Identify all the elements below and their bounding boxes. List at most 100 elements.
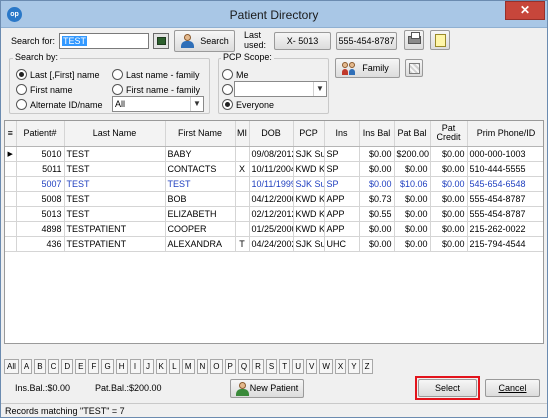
alphabet-button[interactable]: O (210, 359, 223, 374)
grid-column-header[interactable]: Pat Credit (430, 121, 468, 147)
new-patient-button[interactable]: New Patient (230, 379, 304, 398)
alphabet-button[interactable]: U (292, 359, 305, 374)
radio-pcp-specific[interactable] (222, 84, 233, 95)
grid-column-header[interactable]: MI (235, 121, 250, 147)
alphabet-button[interactable]: T (279, 359, 291, 374)
alphabet-button[interactable]: B (34, 359, 46, 374)
search-button-label: Search (200, 36, 229, 46)
patient-grid[interactable]: ≡ Patient# Last Name First Name MI DOB PCP Ins I… (4, 120, 544, 344)
table-cell: 04/12/2000 (249, 191, 294, 207)
table-cell: 5010 (16, 146, 65, 162)
table-row[interactable]: 5007TESTTEST10/11/1999SJK SusaSP$0.00$10… (5, 176, 543, 192)
alphabet-button[interactable]: N (196, 359, 209, 374)
close-button[interactable]: ✕ (505, 1, 545, 20)
search-input[interactable]: TEST (59, 33, 149, 49)
search-by-combo[interactable]: All ▼ (112, 96, 204, 112)
table-cell: $0.00 (430, 221, 468, 237)
alphabet-button[interactable]: M (181, 359, 195, 374)
table-row[interactable]: 436 TESTPATIENT ALEXANDRA T 04/24/2002 SJK Su… (5, 236, 543, 252)
table-row[interactable]: ▶5010TESTBABY09/08/2012SJK SusaSP$0.00$2… (5, 146, 543, 162)
search-by-combo-value: All (115, 99, 126, 109)
notes-button[interactable] (430, 30, 450, 50)
alphabet-button[interactable]: X (334, 359, 347, 374)
radio-pcp-everyone[interactable] (222, 99, 233, 110)
print-button[interactable] (404, 30, 424, 50)
table-cell: $0.00 (394, 161, 431, 177)
table-cell: ALEXANDRA (165, 236, 236, 252)
grid-column-chooser[interactable]: ≡ (5, 121, 17, 147)
alphabet-button[interactable]: K (155, 359, 167, 374)
table-row[interactable]: 5013TESTELIZABETH02/12/2012KWD KarAPP$0.… (5, 206, 543, 222)
last-used-value: X- 5013 (286, 36, 319, 46)
grid-column-header[interactable]: Pat Bal (394, 121, 431, 147)
alphabet-button[interactable]: S (265, 359, 278, 374)
alphabet-button[interactable]: All (4, 359, 19, 374)
family-button-label: Family (362, 63, 389, 73)
grid-column-header[interactable]: Ins Bal (359, 121, 395, 147)
radio-pcp-me[interactable] (222, 69, 233, 80)
table-cell: TEST (64, 191, 166, 207)
select-button[interactable]: Select (418, 379, 477, 397)
alphabet-button[interactable]: F (88, 359, 100, 374)
grid-column-header[interactable]: PCP (293, 121, 325, 147)
alphabet-button[interactable]: L (168, 359, 180, 374)
alphabet-button[interactable]: Q (237, 359, 251, 374)
radio-last-name-family[interactable] (112, 69, 123, 80)
family-button[interactable]: Family (335, 58, 400, 78)
last-used-phone-button[interactable]: 555-454-8787 (336, 32, 397, 50)
table-row[interactable]: 4898TESTPATIENTCOOPER 01/25/2000KWD KarAP… (5, 221, 543, 237)
last-used-button[interactable]: X- 5013 (274, 32, 331, 50)
table-cell: APP (324, 221, 360, 237)
alphabet-button[interactable]: C (47, 359, 60, 374)
table-cell: KWD Kar (293, 191, 325, 207)
alphabet-button[interactable]: Z (361, 359, 373, 374)
alphabet-button[interactable]: W (319, 359, 333, 374)
search-button[interactable]: Search (174, 30, 235, 52)
alphabet-button[interactable]: A (20, 359, 33, 374)
table-cell: 545-654-6548 (467, 176, 543, 192)
pcp-combo[interactable]: ▼ (234, 81, 327, 97)
table-cell: 5013 (16, 206, 65, 222)
grid-column-header[interactable]: Patient# (16, 121, 65, 147)
table-cell: 09/08/2012 (249, 146, 294, 162)
alphabet-button[interactable]: R (252, 359, 264, 374)
alphabet-button[interactable]: D (61, 359, 74, 374)
table-cell (235, 221, 250, 237)
table-cell (235, 146, 250, 162)
alphabet-button[interactable]: H (115, 359, 128, 374)
radio-label-pcp-everyone: Everyone (236, 100, 275, 110)
tools-button[interactable] (405, 59, 423, 77)
radio-last-first-name[interactable] (16, 69, 27, 80)
alphabet-button[interactable]: P (224, 359, 236, 374)
grid-column-header[interactable]: DOB (249, 121, 294, 147)
table-row[interactable]: 5011TESTCONTACTSX10/11/2004KWD KarSP$0.0… (5, 161, 543, 177)
table-cell: T (235, 236, 250, 252)
new-patient-label: New Patient (249, 383, 299, 393)
table-row[interactable]: 5008TESTBOB04/12/2000KWD KarAPP$0.73$0.0… (5, 191, 543, 207)
empty-row (5, 296, 543, 311)
search-person-icon (180, 34, 194, 48)
alphabet-button[interactable]: Y (348, 359, 360, 374)
note-icon (435, 34, 446, 47)
calculator-button[interactable] (153, 33, 169, 49)
title-bar[interactable]: op Patient Directory ✕ (1, 1, 547, 28)
alphabet-button[interactable]: G (101, 359, 114, 374)
grid-column-header[interactable]: Ins (324, 121, 360, 147)
table-cell: 215-262-0022 (467, 221, 543, 237)
alphabet-button[interactable]: E (75, 359, 87, 374)
table-cell: $0.73 (359, 191, 395, 207)
alphabet-button[interactable]: V (306, 359, 318, 374)
grid-column-header[interactable]: Prim Phone/ID (467, 121, 543, 147)
table-cell: TESTPATIENT (64, 221, 166, 237)
radio-first-name-family[interactable] (112, 84, 123, 95)
table-cell: $0.00 (430, 146, 468, 162)
table-cell: 510-444-5555 (467, 161, 543, 177)
radio-first-name[interactable] (16, 84, 27, 95)
cancel-button[interactable]: Cancel (485, 379, 540, 397)
table-cell: $0.00 (359, 146, 395, 162)
grid-column-header[interactable]: First Name (165, 121, 236, 147)
grid-column-header[interactable]: Last Name (64, 121, 166, 147)
radio-alternate-id[interactable] (16, 99, 27, 110)
alphabet-button[interactable]: J (142, 359, 154, 374)
alphabet-button[interactable]: I (129, 359, 141, 374)
